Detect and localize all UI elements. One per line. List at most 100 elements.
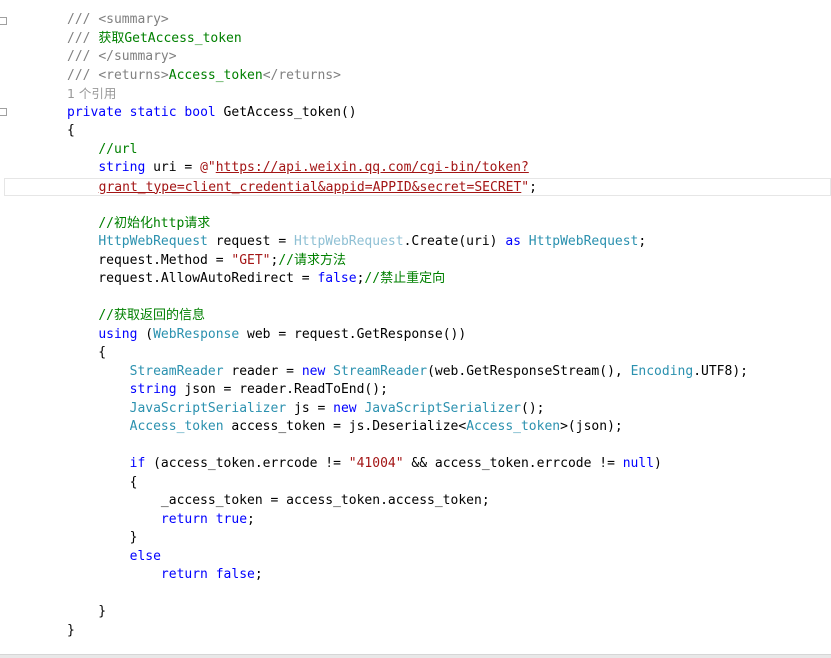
code-token: string bbox=[98, 160, 146, 175]
code-line: //获取返回的信息 bbox=[67, 307, 205, 326]
code-token: ; bbox=[638, 234, 647, 249]
code-token: uri = bbox=[145, 160, 201, 175]
code-token: } bbox=[67, 530, 138, 545]
code-line: using (WebResponse web = request.GetResp… bbox=[67, 326, 466, 345]
code-token: 1 个引用 bbox=[67, 86, 117, 101]
code-token: bool bbox=[184, 104, 216, 120]
code-line: Access_token access_token = js.Deseriali… bbox=[67, 418, 623, 437]
code-token: WebResponse bbox=[153, 326, 240, 342]
code-token: reader = bbox=[223, 363, 302, 379]
code-token: </summary> bbox=[98, 49, 177, 64]
code-token: true bbox=[215, 511, 248, 527]
code-token: https://api.weixin.qq.com/cgi-bin/token? bbox=[215, 160, 529, 175]
code-token: new bbox=[333, 400, 357, 416]
code-token: (access_token.errcode != bbox=[145, 456, 349, 471]
outline-collapse-marker[interactable] bbox=[0, 108, 7, 116]
code-token: //获取返回的信息 bbox=[98, 308, 205, 323]
code-line: { bbox=[67, 122, 75, 141]
code-token: } bbox=[67, 604, 107, 619]
code-token: else bbox=[129, 548, 161, 564]
code-token: { bbox=[67, 474, 138, 490]
code-token: HttpWebRequest bbox=[293, 234, 404, 249]
code-token: ; bbox=[529, 179, 537, 195]
code-token: false bbox=[317, 271, 357, 286]
code-token: /// bbox=[67, 12, 99, 27]
code-line: /// <returns>Access_token</returns> bbox=[67, 67, 341, 86]
outline-collapse-marker[interactable] bbox=[0, 17, 7, 25]
code-line: //url bbox=[67, 141, 137, 160]
code-line: StreamReader reader = new StreamReader(w… bbox=[67, 363, 748, 382]
code-token: grant_type=client_credential&appid=APPID… bbox=[98, 179, 522, 195]
code-line: { bbox=[67, 474, 138, 493]
codelens-reference-count[interactable]: 1 个引用 bbox=[67, 85, 116, 104]
code-token: HttpWebRequest bbox=[528, 234, 639, 249]
code-token: //url bbox=[98, 141, 138, 157]
code-token: </returns> bbox=[262, 67, 341, 83]
code-token: ) bbox=[654, 456, 662, 471]
code-token: && access_token.errcode != bbox=[403, 456, 623, 471]
code-token: "41004" bbox=[348, 456, 404, 471]
code-token: /// bbox=[67, 49, 99, 64]
code-token: return bbox=[160, 511, 208, 527]
code-token: (); bbox=[521, 400, 545, 416]
code-line: /// <summary> bbox=[67, 11, 169, 30]
code-token: { bbox=[67, 345, 107, 360]
code-token: /// bbox=[67, 30, 99, 46]
code-token: JavaScriptSerializer bbox=[129, 400, 287, 416]
code-token: false bbox=[215, 567, 255, 582]
code-token: string bbox=[129, 382, 177, 397]
code-line: HttpWebRequest request = HttpWebRequest.… bbox=[67, 233, 646, 252]
code-line: //初始化http请求 bbox=[67, 215, 210, 234]
code-line: else bbox=[67, 548, 161, 567]
code-token: static bbox=[129, 104, 177, 120]
code-editor[interactable]: /// <summary>/// 获取GetAccess_token/// </… bbox=[0, 0, 831, 658]
code-token: //请求方法 bbox=[278, 252, 346, 268]
code-token: Encoding bbox=[630, 363, 694, 379]
code-token: if bbox=[129, 456, 146, 471]
code-line: /// 获取GetAccess_token bbox=[67, 30, 242, 49]
code-line: grant_type=client_credential&appid=APPID… bbox=[4, 177, 831, 196]
code-line: } bbox=[67, 622, 75, 641]
code-token: using bbox=[98, 326, 138, 342]
code-token: HttpWebRequest bbox=[98, 234, 208, 249]
code-token: >(json); bbox=[560, 419, 623, 434]
code-line: } bbox=[67, 529, 138, 548]
code-token: as bbox=[505, 234, 521, 249]
code-token: access_token = js.Deserialize< bbox=[223, 419, 467, 434]
horizontal-scrollbar[interactable] bbox=[0, 654, 831, 658]
code-line: private static bool GetAccess_token() bbox=[67, 104, 357, 123]
code-token: GetAccess_token() bbox=[215, 104, 357, 120]
code-line: JavaScriptSerializer js = new JavaScript… bbox=[67, 400, 545, 419]
code-token: request.AllowAutoRedirect = bbox=[67, 271, 318, 286]
code-token: Access_token bbox=[466, 419, 561, 434]
code-token: js = bbox=[286, 400, 334, 416]
code-token: web = request.GetResponse()) bbox=[239, 326, 467, 342]
code-line: return true; bbox=[67, 511, 255, 530]
code-token: //禁止重定向 bbox=[364, 271, 446, 286]
code-token: JavaScriptSerializer bbox=[364, 400, 521, 416]
code-token: @" bbox=[200, 160, 216, 175]
code-token: request = bbox=[207, 234, 294, 249]
code-line: request.AllowAutoRedirect = false;//禁止重定… bbox=[67, 270, 445, 289]
code-token: 获取GetAccess_token bbox=[98, 30, 242, 46]
code-token: .Create(uri) bbox=[403, 234, 506, 249]
code-token: _access_token = access_token.access_toke… bbox=[67, 493, 490, 508]
code-token: private bbox=[67, 104, 122, 120]
